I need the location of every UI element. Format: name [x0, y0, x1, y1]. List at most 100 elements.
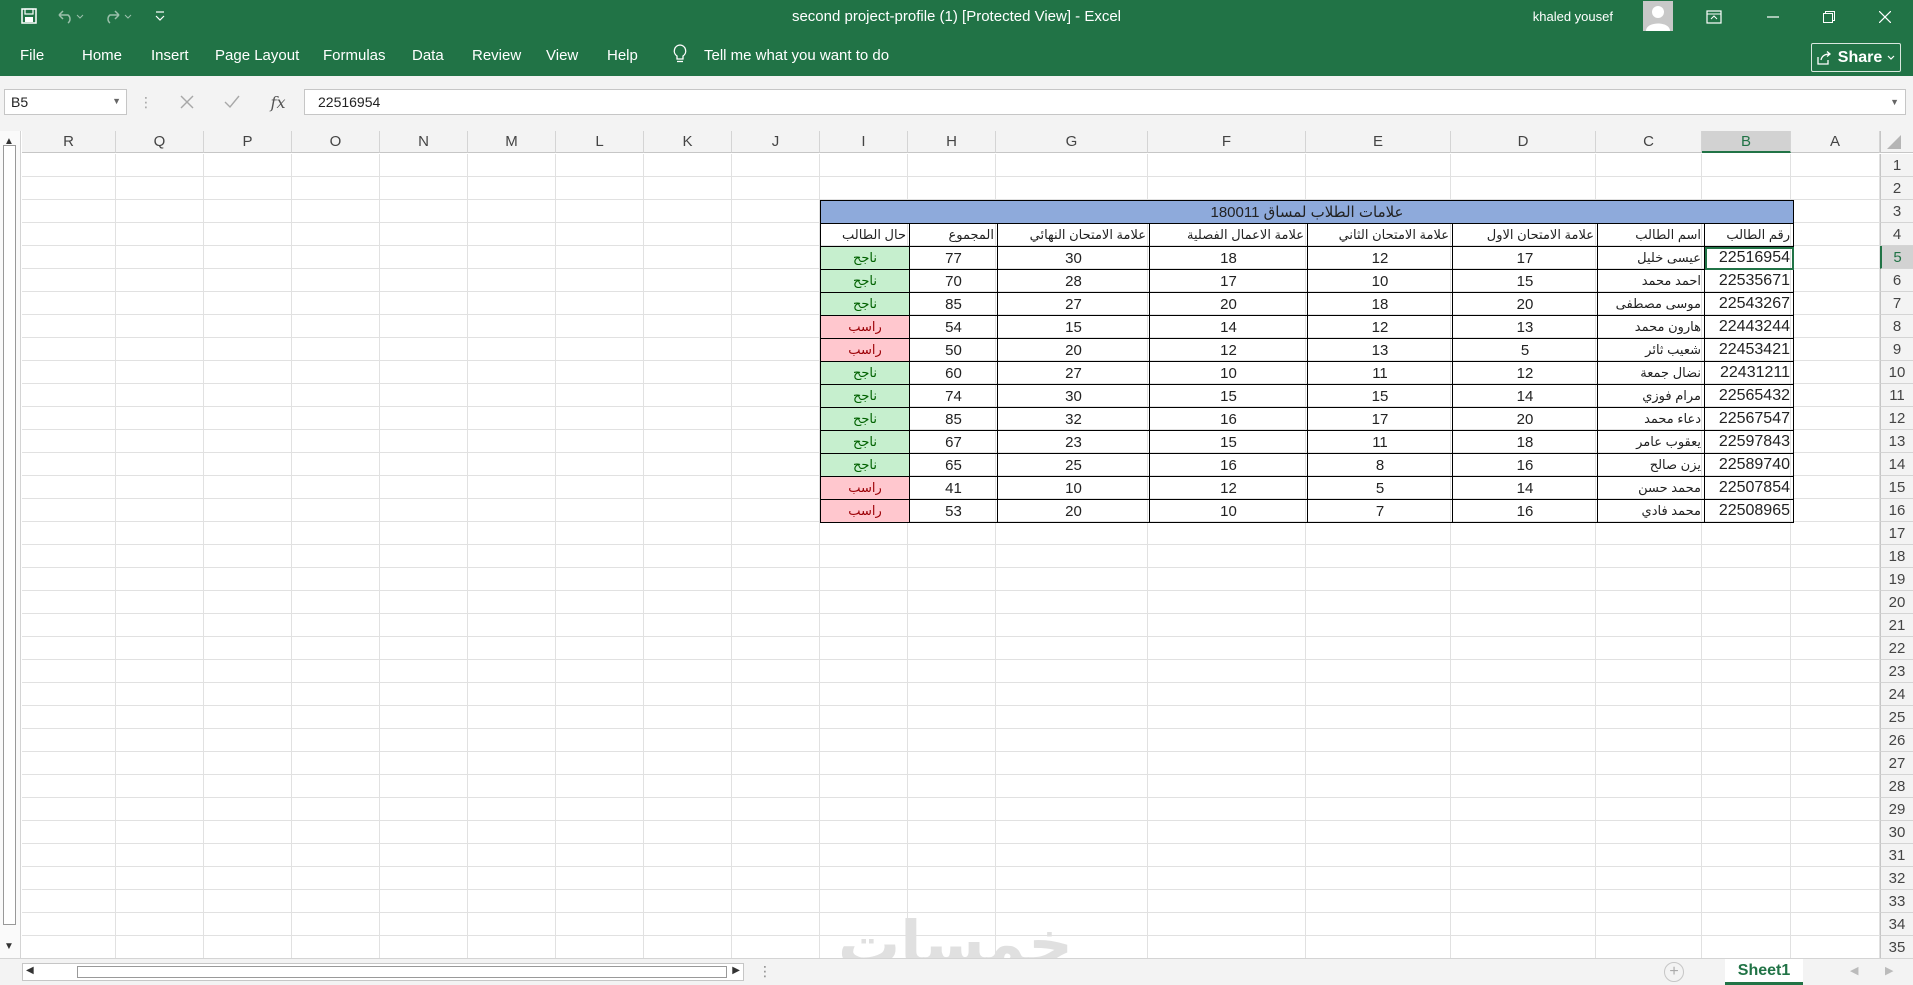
cell-status[interactable]: راسب — [820, 315, 910, 339]
table-header-cell[interactable]: علامة الاعمال الفصلية — [1149, 223, 1308, 247]
cell-coursework[interactable]: 16 — [1149, 407, 1308, 431]
restore-button[interactable] — [1801, 0, 1857, 33]
cell-coursework[interactable]: 16 — [1149, 453, 1308, 477]
column-header-h[interactable]: H — [908, 131, 996, 153]
tab-file[interactable]: File — [20, 47, 44, 64]
cell-first[interactable]: 5 — [1452, 338, 1598, 362]
cell-total[interactable]: 85 — [909, 292, 998, 316]
column-header-p[interactable]: P — [204, 131, 292, 153]
cell-second[interactable]: 12 — [1307, 315, 1453, 339]
table-header-cell[interactable]: المجموع — [909, 223, 998, 247]
cell-status[interactable]: راسب — [820, 476, 910, 500]
cell-name[interactable]: دعاء محمد — [1597, 407, 1705, 431]
cell-coursework[interactable]: 14 — [1149, 315, 1308, 339]
cell-status[interactable]: ناجح — [820, 407, 910, 431]
tell-me-search[interactable]: Tell me what you want to do — [704, 47, 889, 64]
row-header-22[interactable]: 22 — [1880, 637, 1913, 660]
column-header-b[interactable]: B — [1702, 131, 1791, 153]
worksheet-grid[interactable]: RQPONMLKJIHGFEDCBA 1 2 3 4 5 6 7 8 9 10 11 12 13 14 15… — [0, 131, 1913, 979]
row-header-7[interactable]: 7 — [1880, 292, 1913, 315]
tab-formulas[interactable]: Formulas — [323, 47, 386, 64]
cell-second[interactable]: 11 — [1307, 361, 1453, 385]
table-header-cell[interactable]: اسم الطالب — [1597, 223, 1705, 247]
customize-toolbar-icon[interactable] — [152, 5, 168, 27]
cell-id[interactable]: 22443244 — [1704, 315, 1794, 339]
row-header-15[interactable]: 15 — [1880, 476, 1913, 499]
cell-second[interactable]: 5 — [1307, 476, 1453, 500]
tab-review[interactable]: Review — [472, 47, 521, 64]
cell-first[interactable]: 12 — [1452, 361, 1598, 385]
tab-scroll-left-icon[interactable]: ◀ — [1850, 964, 1858, 977]
cell-name[interactable]: هارون محمد — [1597, 315, 1705, 339]
cell-name[interactable]: موسى مصطفى — [1597, 292, 1705, 316]
cell-total[interactable]: 67 — [909, 430, 998, 454]
cell-id[interactable]: 22589740 — [1704, 453, 1794, 477]
row-header-6[interactable]: 6 — [1880, 269, 1913, 292]
row-header-24[interactable]: 24 — [1880, 683, 1913, 706]
row-header-28[interactable]: 28 — [1880, 775, 1913, 798]
table-title[interactable]: علامات الطلاب لمساق 180011 — [820, 200, 1794, 224]
cell-coursework[interactable]: 12 — [1149, 476, 1308, 500]
tab-scroll-right-icon[interactable]: ▶ — [1885, 964, 1893, 977]
cell-final[interactable]: 27 — [997, 292, 1150, 316]
row-header-26[interactable]: 26 — [1880, 729, 1913, 752]
more-options-icon[interactable]: ⋮ — [138, 88, 154, 116]
row-header-13[interactable]: 13 — [1880, 430, 1913, 453]
row-header-32[interactable]: 32 — [1880, 867, 1913, 890]
cell-id[interactable]: 22567547 — [1704, 407, 1794, 431]
cell-status[interactable]: ناجح — [820, 269, 910, 293]
scroll-left-icon[interactable]: ◀ — [26, 965, 34, 976]
row-header-17[interactable]: 17 — [1880, 522, 1913, 545]
row-header-31[interactable]: 31 — [1880, 844, 1913, 867]
cell-total[interactable]: 85 — [909, 407, 998, 431]
row-header-19[interactable]: 19 — [1880, 568, 1913, 591]
cell-id[interactable]: 22508965 — [1704, 499, 1794, 523]
table-header-cell[interactable]: علامة الامتحان الاول — [1452, 223, 1598, 247]
row-header-3[interactable]: 3 — [1880, 200, 1913, 223]
cell-name[interactable]: احمد محمد — [1597, 269, 1705, 293]
cell-status[interactable]: راسب — [820, 499, 910, 523]
cell-first[interactable]: 16 — [1452, 453, 1598, 477]
cell-coursework[interactable]: 15 — [1149, 430, 1308, 454]
cell-total[interactable]: 65 — [909, 453, 998, 477]
cell-id[interactable]: 22453421 — [1704, 338, 1794, 362]
cell-final[interactable]: 27 — [997, 361, 1150, 385]
close-button[interactable] — [1857, 0, 1913, 33]
tab-help[interactable]: Help — [607, 47, 638, 64]
column-header-e[interactable]: E — [1306, 131, 1451, 153]
formula-input[interactable]: 22516954 ▼ — [304, 89, 1906, 115]
cell-status[interactable]: ناجح — [820, 361, 910, 385]
row-header-34[interactable]: 34 — [1880, 913, 1913, 936]
cell-second[interactable]: 8 — [1307, 453, 1453, 477]
cell-first[interactable]: 17 — [1452, 246, 1598, 270]
cell-first[interactable]: 14 — [1452, 476, 1598, 500]
cell-second[interactable]: 13 — [1307, 338, 1453, 362]
row-header-5[interactable]: 5 — [1880, 246, 1913, 269]
cell-coursework[interactable]: 20 — [1149, 292, 1308, 316]
cell-final[interactable]: 20 — [997, 338, 1150, 362]
cell-final[interactable]: 28 — [997, 269, 1150, 293]
row-header-8[interactable]: 8 — [1880, 315, 1913, 338]
cell-id[interactable]: 22543267 — [1704, 292, 1794, 316]
share-button[interactable]: Share — [1811, 43, 1901, 72]
cell-second[interactable]: 10 — [1307, 269, 1453, 293]
redo-icon[interactable] — [100, 5, 136, 27]
table-header-cell[interactable]: رقم الطالب — [1704, 223, 1794, 247]
cell-total[interactable]: 41 — [909, 476, 998, 500]
row-header-29[interactable]: 29 — [1880, 798, 1913, 821]
column-header-m[interactable]: M — [468, 131, 556, 153]
tab-data[interactable]: Data — [412, 47, 444, 64]
confirm-entry-icon[interactable] — [217, 88, 247, 116]
column-header-q[interactable]: Q — [116, 131, 204, 153]
cell-name[interactable]: محمد فادي — [1597, 499, 1705, 523]
row-header-20[interactable]: 20 — [1880, 591, 1913, 614]
insert-function-icon[interactable]: fx — [262, 88, 294, 116]
horizontal-scrollbar[interactable]: ◀ ▶ — [22, 963, 744, 981]
scroll-down-icon[interactable]: ▼ — [4, 941, 14, 952]
column-header-g[interactable]: G — [996, 131, 1148, 153]
cell-first[interactable]: 20 — [1452, 407, 1598, 431]
column-header-o[interactable]: O — [292, 131, 380, 153]
table-header-cell[interactable]: علامة الامتحان النهائي — [997, 223, 1150, 247]
column-header-d[interactable]: D — [1451, 131, 1596, 153]
tab-page-layout[interactable]: Page Layout — [215, 47, 299, 64]
